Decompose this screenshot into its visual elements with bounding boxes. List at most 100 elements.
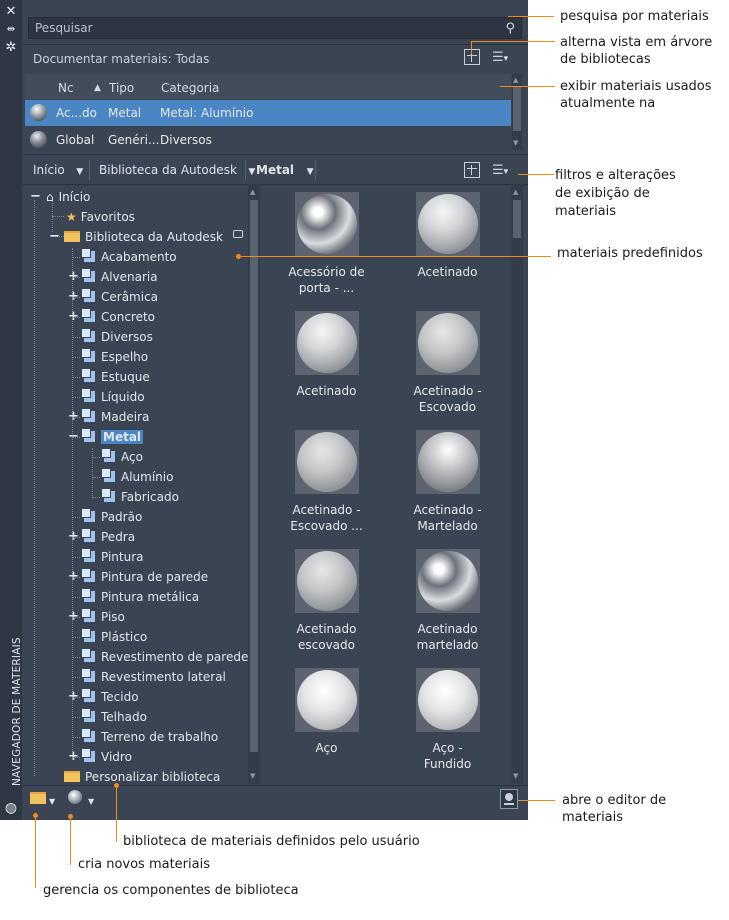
material-editor-icon[interactable] xyxy=(500,789,518,809)
annotation-used-2: atualmente na xyxy=(560,96,656,111)
tree-favorites[interactable]: ★ Favoritos xyxy=(66,207,135,227)
tree-item[interactable]: Padrão xyxy=(81,507,142,527)
collapse-icon[interactable]: − xyxy=(49,227,60,247)
tree-autodesk-library[interactable]: Biblioteca da Autodesk xyxy=(64,227,223,247)
manage-library-icon[interactable] xyxy=(30,792,46,804)
chevron-down-icon[interactable]: ▼ xyxy=(88,793,94,807)
tree-item[interactable]: Pintura de parede xyxy=(81,567,208,587)
chevron-down-icon[interactable]: ▼ xyxy=(248,167,255,177)
material-tile[interactable]: Aço - Fundido xyxy=(387,668,508,772)
material-tile[interactable]: Acetinado - Martelado xyxy=(387,430,508,534)
annotation-manage: gerencia os componentes de biblioteca xyxy=(43,883,299,898)
search-input[interactable]: Pesquisar ⚲ xyxy=(28,17,522,39)
tree-item[interactable]: Terreno de trabalho xyxy=(81,727,218,747)
material-label-line: Acetinado xyxy=(417,622,478,636)
material-tile[interactable]: Acetinado - Escovado ... xyxy=(266,430,387,534)
tree-item[interactable]: Madeira xyxy=(81,407,149,427)
tree-item[interactable]: Cerâmica xyxy=(81,287,158,307)
tree-item[interactable]: Vidro xyxy=(81,747,132,767)
tree-view-toggle-icon[interactable] xyxy=(464,162,480,178)
chevron-down-icon[interactable]: ▼ xyxy=(49,793,55,807)
tree-item[interactable]: Metal xyxy=(81,427,144,447)
annotation-toggle-tree-2: de bibliotecas xyxy=(560,52,651,67)
column-header-type[interactable]: Tipo xyxy=(109,81,134,95)
scroll-down-icon[interactable]: ▼ xyxy=(250,772,255,780)
material-label: Acetinado xyxy=(387,264,508,280)
tree-item[interactable]: Revestimento de parede xyxy=(81,647,248,667)
tree-item[interactable]: Tecido xyxy=(81,687,139,707)
tree-item[interactable]: Diversos xyxy=(81,327,153,347)
material-tile[interactable]: Acessório de porta - ... xyxy=(266,192,387,296)
table-scrollbar[interactable] xyxy=(513,86,521,131)
material-thumbnail xyxy=(415,668,480,732)
material-tile[interactable]: Acetinado escovado xyxy=(266,549,387,653)
material-sphere-preview xyxy=(296,551,357,611)
material-tile[interactable]: Acetinado xyxy=(387,192,508,280)
search-icon[interactable]: ⚲ xyxy=(505,21,515,36)
material-label: Aço xyxy=(266,740,387,756)
library-tree-toggle-icon[interactable] xyxy=(464,49,480,65)
material-sphere-preview xyxy=(417,313,478,373)
create-material-icon[interactable] xyxy=(68,790,82,804)
properties-icon[interactable]: ✲ xyxy=(0,40,22,56)
material-tile[interactable]: Acetinado martelado xyxy=(387,549,508,653)
tree-item[interactable]: Acabamento xyxy=(81,247,177,267)
grid-scrollbar[interactable] xyxy=(513,200,521,238)
material-label-line: Escovado xyxy=(418,400,477,414)
tree-item[interactable]: Pintura xyxy=(81,547,144,567)
close-icon[interactable]: ✕ xyxy=(0,4,22,20)
material-tile[interactable]: Acetinado - Escovado xyxy=(387,311,508,415)
tree-item[interactable]: Estuque xyxy=(81,367,150,387)
autohide-icon[interactable]: ⇹ xyxy=(0,22,22,38)
table-row[interactable]: Global Genéri... Diversos xyxy=(25,127,511,153)
tree-item[interactable]: Alumínio xyxy=(101,467,173,487)
material-category-icon xyxy=(81,428,95,442)
tree-item[interactable]: Telhado xyxy=(81,707,147,727)
material-category-icon xyxy=(81,508,95,522)
scroll-up-icon[interactable]: ▲ xyxy=(250,188,255,196)
tree-item[interactable]: Pintura metálica xyxy=(81,587,199,607)
table-row[interactable]: Ac...do Metal Metal: Alumínio xyxy=(25,100,511,126)
view-options-icon[interactable]: ☰▾ xyxy=(492,50,508,65)
breadcrumb-label: Metal xyxy=(256,163,295,177)
tree-item-label: Piso xyxy=(101,610,125,624)
display-options-icon[interactable]: ☰▾ xyxy=(492,163,508,178)
tree-item[interactable]: Revestimento lateral xyxy=(81,667,226,687)
document-materials-label[interactable]: Documentar materiais: Todas xyxy=(33,52,209,66)
row-type: Genéri... xyxy=(108,133,160,147)
scroll-down-icon[interactable]: ▼ xyxy=(513,772,518,780)
breadcrumb-library[interactable]: Biblioteca da Autodesk ▼ xyxy=(99,163,255,177)
tree-item[interactable]: Pedra xyxy=(81,527,135,547)
material-tile[interactable]: Aço xyxy=(266,668,387,756)
tree-item[interactable]: Líquido xyxy=(81,387,145,407)
material-category-icon xyxy=(101,468,115,482)
breadcrumb-current[interactable]: Metal ▼ xyxy=(256,163,314,177)
scroll-down-icon[interactable]: ▼ xyxy=(513,139,518,147)
tree-item-label: Diversos xyxy=(101,330,153,344)
scroll-up-icon[interactable]: ▲ xyxy=(513,188,518,196)
tree-item[interactable]: Alvenaria xyxy=(81,267,158,287)
tree-item[interactable]: Concreto xyxy=(81,307,155,327)
material-category-icon xyxy=(81,728,95,742)
tree-scrollbar[interactable] xyxy=(250,200,258,752)
column-header-category[interactable]: Categoria xyxy=(161,81,219,95)
library-tree: − ⌂ Início ★ Favoritos − Biblioteca da Aut… xyxy=(24,184,262,784)
tree-item[interactable]: Fabricado xyxy=(101,487,179,507)
tree-custom-library[interactable]: Personalizar biblioteca xyxy=(64,767,220,787)
chevron-down-icon[interactable]: ▼ xyxy=(76,167,83,177)
breadcrumb-home[interactable]: Início ▼ xyxy=(33,163,83,177)
tree-item[interactable]: Aço xyxy=(101,447,143,467)
home-icon: ⌂ xyxy=(46,190,54,204)
chevron-down-icon[interactable]: ▼ xyxy=(307,167,314,177)
column-header-name[interactable]: Nc xyxy=(58,81,74,95)
tree-item[interactable]: Plástico xyxy=(81,627,147,647)
tree-item[interactable]: Piso xyxy=(81,607,125,627)
row-category: Metal: Alumínio xyxy=(160,106,254,120)
material-tile[interactable]: Acetinado xyxy=(266,311,387,399)
annotation-filters-1: filtros e alterações xyxy=(555,168,676,183)
scroll-up-icon[interactable]: ▲ xyxy=(513,76,518,84)
tree-item[interactable]: Espelho xyxy=(81,347,148,367)
collapse-icon[interactable]: − xyxy=(30,187,41,207)
tree-root[interactable]: ⌂ Início xyxy=(46,187,90,207)
annotation-used-1: exibir materiais usados xyxy=(560,79,712,94)
